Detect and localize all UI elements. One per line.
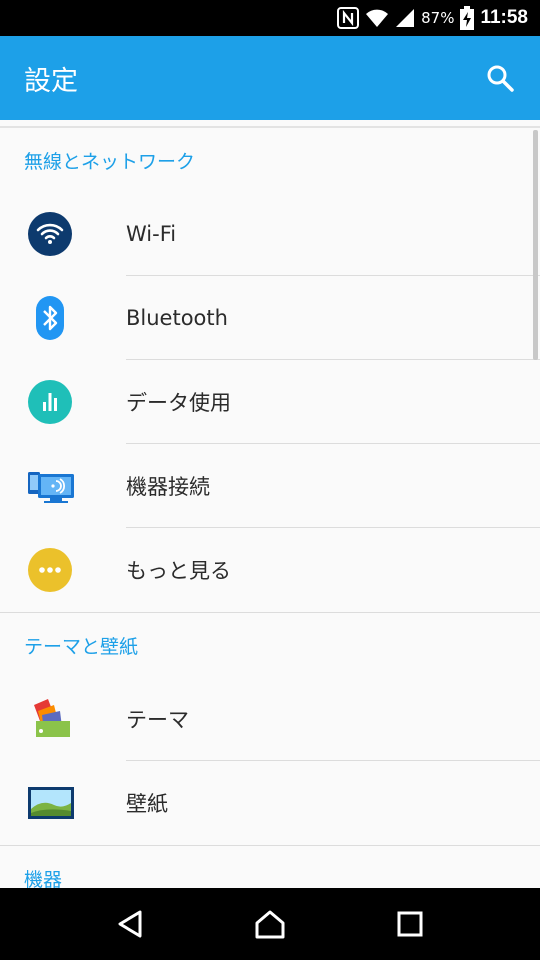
setting-item-bluetooth[interactable]: Bluetooth: [0, 276, 540, 360]
recents-button[interactable]: [380, 894, 440, 954]
scrollbar[interactable]: [533, 130, 538, 360]
back-icon: [118, 910, 142, 938]
setting-item-wifi[interactable]: Wi-Fi: [0, 192, 540, 276]
clock: 11:58: [480, 7, 528, 28]
search-icon: [487, 65, 514, 92]
setting-item-label: もっと見る: [126, 559, 231, 583]
setting-item-label: データ使用: [126, 391, 231, 415]
setting-item-label: Wi-Fi: [126, 222, 177, 246]
theme-icon: [34, 699, 70, 737]
setting-item-theme[interactable]: テーマ: [0, 677, 540, 761]
section-header-wireless: 無線とネットワーク: [24, 150, 196, 173]
wifi-icon: [28, 212, 72, 256]
search-button[interactable]: [480, 58, 520, 98]
more-icon: [28, 548, 72, 592]
setting-item-label: Bluetooth: [126, 306, 228, 330]
recents-icon: [397, 911, 423, 937]
section-header-theme: テーマと壁紙: [24, 635, 139, 658]
nfc-icon: [337, 7, 360, 29]
home-icon: [255, 910, 285, 939]
setting-item-wallpaper[interactable]: 壁紙: [0, 761, 540, 845]
data-usage-icon: [28, 380, 72, 424]
back-button[interactable]: [100, 894, 160, 954]
status-bar: 87% 11:58: [0, 0, 540, 36]
battery-percent: 87%: [421, 9, 455, 27]
device-connection-icon: [28, 472, 74, 503]
battery-charging-icon: [460, 6, 475, 30]
setting-item-more[interactable]: もっと見る: [0, 528, 540, 612]
setting-item-label: テーマ: [126, 708, 189, 732]
settings-list[interactable]: 無線とネットワーク Wi-Fi Bluetooth データ使用 機器接続 もっと…: [0, 128, 540, 888]
page-title: 設定: [24, 65, 78, 97]
signal-icon: [395, 8, 415, 28]
setting-item-label: 壁紙: [126, 792, 168, 816]
wallpaper-icon: [28, 787, 74, 819]
navigation-bar: [0, 888, 540, 960]
section-header-device: 機器: [24, 868, 63, 889]
wifi-icon: [365, 8, 389, 28]
setting-item-device-connection[interactable]: 機器接続: [0, 444, 540, 528]
home-button[interactable]: [240, 894, 300, 954]
setting-item-data-usage[interactable]: データ使用: [0, 360, 540, 444]
setting-item-label: 機器接続: [126, 475, 210, 499]
app-bar: 設定: [0, 36, 540, 120]
bluetooth-icon: [36, 296, 64, 340]
